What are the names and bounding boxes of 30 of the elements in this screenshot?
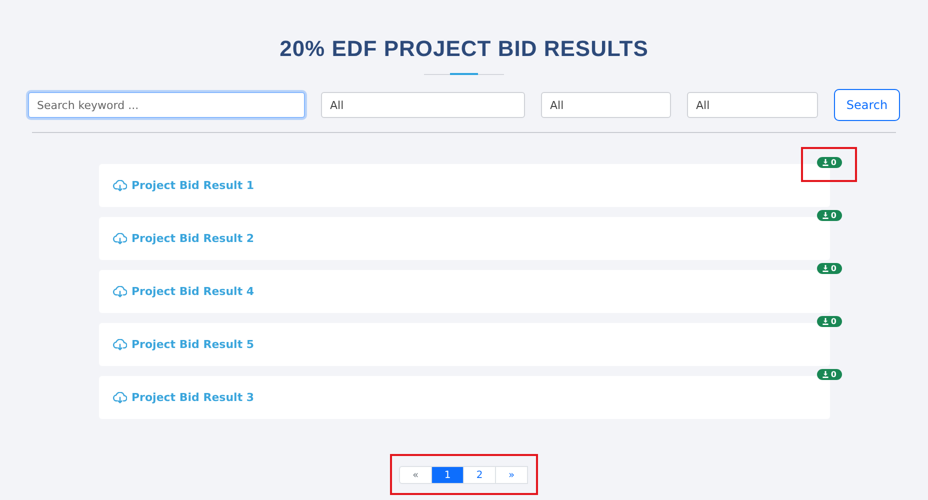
download-count-badge: 0: [816, 316, 842, 327]
result-link[interactable]: Project Bid Result 4: [112, 285, 254, 298]
result-link[interactable]: Project Bid Result 5: [112, 338, 254, 351]
download-icon: [822, 159, 829, 166]
filter-field[interactable]: All: [541, 92, 671, 118]
download-count-badge: 0: [816, 157, 842, 168]
search-field[interactable]: Search keyword ...: [28, 92, 305, 118]
result-link[interactable]: Project Bid Result 1: [112, 179, 254, 192]
cloud-download-icon: [112, 232, 126, 244]
download-icon: [822, 318, 829, 325]
page-button[interactable]: «: [399, 466, 432, 484]
download-icon: [822, 265, 829, 272]
result-link[interactable]: Project Bid Result 3: [112, 391, 254, 404]
result-link[interactable]: Project Bid Result 2: [112, 232, 254, 245]
cloud-download-icon: [112, 286, 126, 298]
page-button[interactable]: 2: [463, 466, 496, 484]
search-button[interactable]: Search: [834, 89, 900, 121]
cloud-download-icon: [112, 180, 126, 192]
cloud-download-icon: [112, 392, 126, 404]
filter-field[interactable]: All: [687, 92, 818, 118]
page-title: 20% EDF PROJECT BID RESULTS: [280, 36, 648, 62]
cloud-download-icon: [112, 338, 126, 350]
download-icon: [822, 212, 829, 219]
download-icon: [822, 371, 829, 378]
download-count-badge: 0: [816, 369, 842, 380]
page-button[interactable]: »: [495, 466, 528, 484]
download-count-badge: 0: [816, 210, 842, 221]
download-count-badge: 0: [816, 263, 842, 274]
filter-field[interactable]: All: [321, 92, 525, 118]
page-button[interactable]: 1: [431, 466, 464, 484]
